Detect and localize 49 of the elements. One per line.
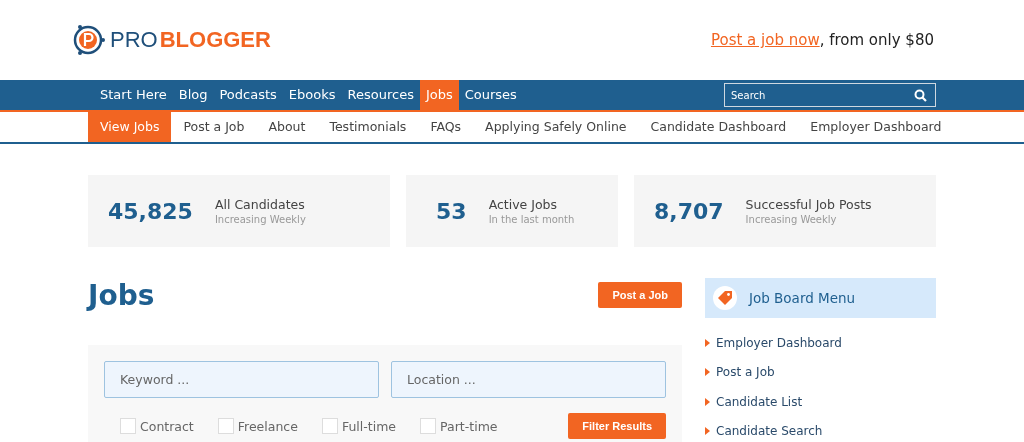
sidebar-link[interactable]: Candidate Search xyxy=(716,424,823,439)
stat-number: 45,825 xyxy=(108,198,193,224)
subnav-tab[interactable]: Testimonials xyxy=(317,112,419,142)
search-field[interactable]: Search xyxy=(724,83,936,107)
checkbox[interactable] xyxy=(217,418,234,434)
bullet-icon xyxy=(705,368,710,377)
stat-number: 53 xyxy=(436,198,467,224)
stat-caption: Increasing Weekly xyxy=(214,214,306,225)
stat-label: Active Jobs xyxy=(488,197,559,212)
subnav-tab[interactable]: Applying Safely Online xyxy=(473,112,639,142)
bullet-icon xyxy=(705,397,710,406)
sidebar-link[interactable]: Candidate List xyxy=(716,394,803,409)
logo-text: PRO xyxy=(110,27,158,53)
stat-caption: Increasing Weekly xyxy=(745,214,838,225)
checkbox[interactable] xyxy=(120,418,136,434)
tag-icon xyxy=(713,286,737,310)
sidebar-link[interactable]: Employer Dashboard xyxy=(716,335,842,350)
bullet-icon xyxy=(705,427,710,436)
logo[interactable]: PROBLOGGER xyxy=(70,23,271,57)
location-field[interactable]: Location ... xyxy=(391,361,666,398)
subnav-tab[interactable]: Post a Job xyxy=(171,112,257,142)
stat-label: Successful Job Posts xyxy=(745,197,872,212)
stat-caption: In the last month xyxy=(488,214,575,225)
nav-tab[interactable]: Blog xyxy=(172,80,214,110)
subnav-tab[interactable]: Candidate Dashboard xyxy=(638,112,799,142)
sidebar-title: Job Board Menu xyxy=(749,290,856,306)
nav-tab[interactable]: Courses xyxy=(458,80,523,110)
subnav-tab[interactable]: FAQs xyxy=(418,112,474,142)
page-heading: Jobs xyxy=(88,278,155,312)
subnav-tab[interactable]: About xyxy=(256,112,318,142)
checkbox[interactable] xyxy=(420,418,437,434)
checkbox-label: Contract xyxy=(140,418,194,434)
nav-tab[interactable]: Resources xyxy=(341,80,420,110)
keyword-field[interactable]: Keyword ... xyxy=(104,361,379,398)
checkbox-label: Full-time xyxy=(341,418,397,434)
subnav-tab[interactable]: Employer Dashboard xyxy=(798,112,954,142)
nav-tab[interactable]: Start Here xyxy=(88,80,173,110)
checkbox-label: Part-time xyxy=(440,418,498,434)
stat-label: All Candidates xyxy=(214,197,306,212)
logo-text: BLOGGER xyxy=(159,27,271,53)
stat-number: 8,707 xyxy=(654,198,724,224)
sidebar-link[interactable]: Post a Job xyxy=(716,365,775,380)
nav-tab[interactable]: Ebooks xyxy=(282,80,342,110)
promo-text: , from only $80 xyxy=(819,31,934,49)
bullet-icon xyxy=(705,338,710,347)
search-icon[interactable] xyxy=(914,88,927,102)
checkbox-label: Freelance xyxy=(237,418,298,434)
nav-tab[interactable]: Podcasts xyxy=(213,80,283,110)
checkbox[interactable] xyxy=(321,418,338,434)
